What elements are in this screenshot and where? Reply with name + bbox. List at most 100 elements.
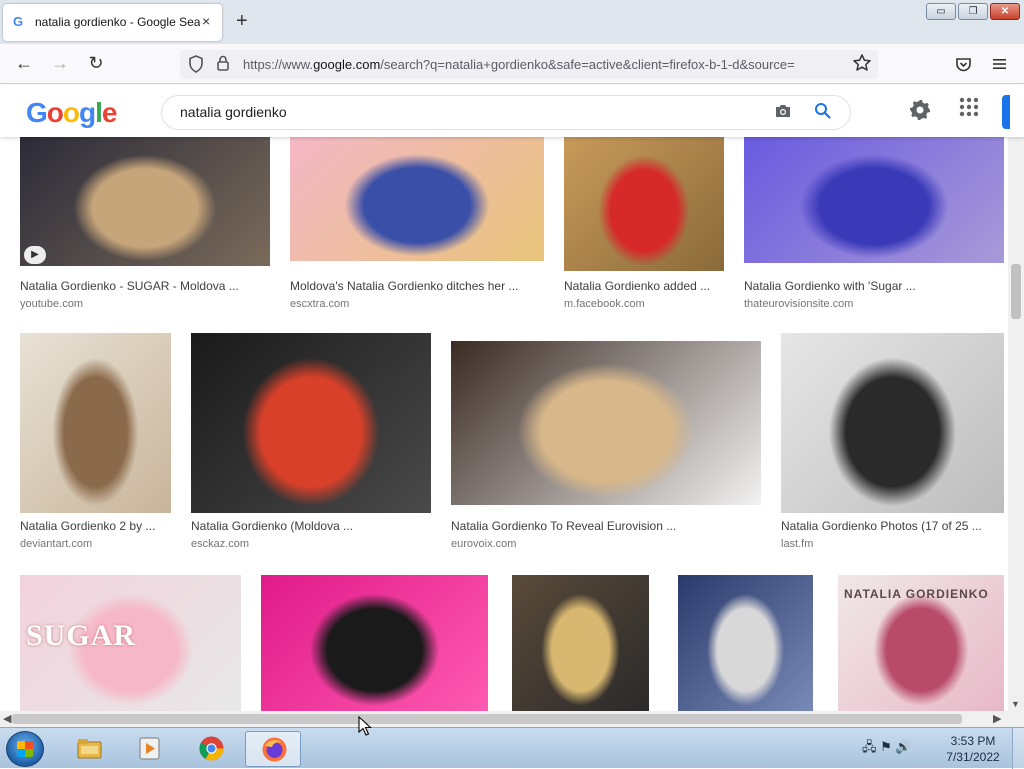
forward-button[interactable]: → (49, 53, 71, 73)
result-thumbnail[interactable]: NATALIA GORDIENKO (838, 575, 1004, 711)
scroll-right-arrow-icon[interactable]: ▶ (993, 712, 1001, 725)
url-text[interactable]: https://www.google.com/search?q=natalia+… (243, 57, 843, 72)
result-source[interactable]: deviantart.com (20, 538, 92, 550)
image-result-card[interactable]: Moldova's Natalia Gordienko ditches her … (286, 137, 548, 317)
result-title[interactable]: Natalia Gordienko (Moldova ... (191, 519, 431, 533)
result-source[interactable]: esckaz.com (191, 538, 249, 550)
clock-time: 3:53 PM (950, 734, 996, 748)
new-tab-button[interactable]: + (236, 11, 248, 31)
image-result-card[interactable]: Natalia Gordienko added ... m.facebook.c… (560, 137, 728, 317)
image-result-card[interactable]: Natalia Gordienko 2 by ... deviantart.co… (16, 333, 176, 558)
address-bar[interactable]: https://www.google.com/search?q=natalia+… (180, 50, 878, 79)
star-icon[interactable] (852, 53, 872, 73)
horizontal-scrollbar[interactable]: ◀ ▶ (0, 711, 1008, 727)
result-source[interactable]: youtube.com (20, 298, 83, 310)
logo-letter: o (46, 97, 64, 128)
window-close-button[interactable]: ✕ (990, 3, 1020, 20)
back-button[interactable]: ← (13, 53, 35, 73)
result-thumbnail[interactable] (564, 137, 724, 271)
result-thumbnail[interactable] (512, 575, 649, 711)
firefox-icon (262, 737, 287, 762)
logo-letter: l (95, 97, 103, 128)
image-result-card[interactable] (674, 575, 817, 711)
result-title[interactable]: Moldova's Natalia Gordienko ditches her … (290, 279, 544, 293)
media-player-icon (139, 737, 160, 760)
result-thumbnail[interactable]: SUGAR (20, 575, 241, 711)
result-title[interactable]: Natalia Gordienko with 'Sugar ... (744, 279, 1004, 293)
windows-taskbar: 🖧 ⚑ 🔊 3:53 PM 7/31/2022 (0, 727, 1024, 769)
result-title[interactable]: Natalia Gordienko - SUGAR - Moldova ... (20, 279, 270, 293)
pocket-icon[interactable] (955, 56, 972, 73)
google-apps-icon[interactable] (959, 97, 979, 117)
result-source[interactable]: escxtra.com (290, 298, 349, 310)
clock-date: 7/31/2022 (946, 750, 1000, 764)
result-source[interactable]: last.fm (781, 538, 813, 550)
taskbar-media-player[interactable] (121, 731, 177, 767)
mouse-cursor-icon (358, 716, 372, 736)
google-logo[interactable]: Google (26, 97, 117, 128)
show-desktop-button[interactable] (1012, 728, 1024, 769)
play-icon: ▶ (24, 246, 46, 264)
horizontal-scrollbar-thumb[interactable] (12, 714, 962, 724)
image-result-card[interactable]: Natalia Gordienko (Moldova ... esckaz.co… (187, 333, 435, 558)
url-domain: google.com (313, 57, 381, 72)
lock-icon[interactable] (216, 54, 230, 72)
search-input[interactable] (180, 104, 740, 120)
search-icon[interactable] (814, 102, 831, 119)
image-result-card[interactable] (508, 575, 653, 711)
sign-in-button[interactable] (1002, 95, 1010, 129)
tab-close-icon[interactable]: × (202, 14, 210, 28)
result-title[interactable]: Natalia Gordienko 2 by ... (20, 519, 170, 533)
image-result-card[interactable]: ▶ Natalia Gordienko - SUGAR - Moldova ..… (16, 137, 270, 317)
result-thumbnail[interactable] (290, 137, 544, 261)
window-minimize-button[interactable]: ▭ (926, 3, 956, 20)
taskbar-chrome[interactable] (183, 731, 239, 767)
image-result-card[interactable]: Natalia Gordienko To Reveal Eurovision .… (447, 333, 765, 558)
result-thumbnail[interactable] (451, 341, 761, 505)
browser-tab-active[interactable]: G natalia gordienko - Google Search × (3, 4, 222, 41)
result-thumbnail[interactable] (781, 333, 1004, 513)
result-thumbnail[interactable] (191, 333, 431, 513)
result-title[interactable]: Natalia Gordienko added ... (564, 279, 724, 293)
start-button[interactable] (6, 731, 44, 767)
camera-icon[interactable] (774, 103, 792, 119)
thumbnail-overlay-text: NATALIA GORDIENKO (844, 587, 989, 601)
hamburger-menu-icon[interactable] (992, 57, 1007, 71)
browser-tab-strip: G natalia gordienko - Google Search × + … (0, 0, 1024, 44)
reload-button[interactable]: ↻ (85, 53, 107, 73)
result-source[interactable]: m.facebook.com (564, 298, 645, 310)
window-maximize-button[interactable]: ❐ (958, 3, 988, 20)
taskbar-firefox[interactable] (245, 731, 301, 767)
image-result-card[interactable] (257, 575, 492, 711)
taskbar-file-explorer[interactable] (61, 731, 117, 767)
result-source[interactable]: thateurovisionsite.com (744, 298, 853, 310)
result-thumbnail[interactable] (744, 137, 1004, 263)
result-thumbnail[interactable]: ▶ (20, 137, 270, 266)
result-title[interactable]: Natalia Gordienko Photos (17 of 25 ... (781, 519, 1004, 533)
google-favicon-icon: G (13, 14, 24, 29)
vertical-scrollbar-thumb[interactable] (1011, 264, 1021, 319)
image-result-card[interactable]: NATALIA GORDIENKO (834, 575, 1008, 711)
image-result-card[interactable]: Natalia Gordienko Photos (17 of 25 ... l… (777, 333, 1008, 558)
url-path: /search?q=natalia+gordienko&safe=active&… (380, 57, 795, 72)
image-result-card[interactable]: Natalia Gordienko with 'Sugar ... thateu… (740, 137, 1008, 317)
vertical-scrollbar[interactable]: ▼ (1008, 137, 1024, 711)
result-thumbnail[interactable] (261, 575, 488, 711)
result-thumbnail[interactable] (678, 575, 813, 711)
image-result-card[interactable]: SUGAR (16, 575, 245, 711)
shield-icon[interactable] (188, 55, 204, 73)
logo-letter: g (79, 97, 96, 128)
scroll-down-arrow-icon[interactable]: ▼ (1011, 699, 1020, 709)
result-title[interactable]: Natalia Gordienko To Reveal Eurovision .… (451, 519, 761, 533)
result-source[interactable]: eurovoix.com (451, 538, 516, 550)
system-tray-icons[interactable]: 🖧 ⚑ 🔊 (862, 738, 912, 760)
scroll-left-arrow-icon[interactable]: ◀ (3, 712, 11, 725)
thumbnail-overlay-text: SUGAR (26, 619, 137, 652)
gear-icon[interactable] (908, 98, 932, 122)
taskbar-clock[interactable]: 3:53 PM 7/31/2022 (942, 733, 1004, 765)
result-thumbnail[interactable] (20, 333, 171, 513)
url-prefix: https://www. (243, 57, 314, 72)
tab-title: natalia gordienko - Google Search (35, 15, 200, 29)
windows-logo-icon (17, 741, 33, 757)
search-box[interactable] (161, 95, 851, 130)
